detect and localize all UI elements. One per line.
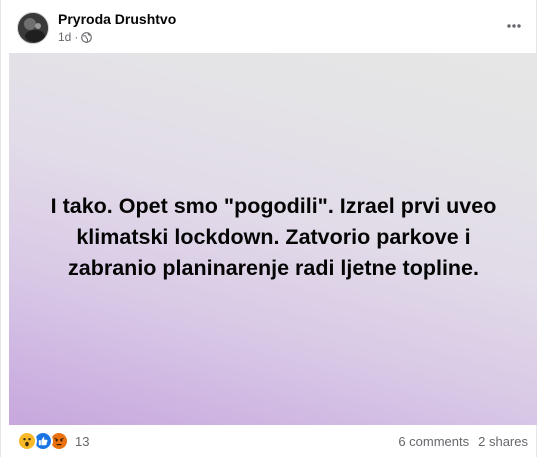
post-header: Pryroda Drushtvo 1d ·: [1, 0, 537, 52]
comments-count-link[interactable]: 6 comments: [398, 434, 469, 449]
reactions-summary[interactable]: 13: [17, 431, 90, 451]
author-name[interactable]: Pryroda Drushtvo: [58, 11, 176, 27]
wow-reaction-icon: [17, 431, 37, 451]
globe-icon[interactable]: [81, 31, 93, 43]
meta-separator: ·: [74, 30, 79, 44]
post-footer: 13 6 comments 2 shares: [1, 425, 537, 457]
text-post-background: I tako. Opet smo "pogodili". Izrael prvi…: [9, 53, 537, 425]
feed-post: Pryroda Drushtvo 1d · I tako. Opet smo "…: [0, 0, 537, 457]
avatar[interactable]: [17, 12, 49, 44]
post-meta: 1d ·: [58, 30, 93, 44]
engagement-counts: 6 comments 2 shares: [398, 432, 528, 450]
post-timestamp[interactable]: 1d: [58, 30, 71, 44]
profile-photo-icon: [18, 13, 48, 43]
more-horizontal-icon: [507, 24, 521, 28]
post-text: I tako. Opet smo "pogodili". Izrael prvi…: [50, 193, 497, 280]
shares-count-link[interactable]: 2 shares: [478, 434, 528, 449]
more-options-button[interactable]: [500, 12, 528, 40]
reaction-count: 13: [75, 433, 90, 449]
